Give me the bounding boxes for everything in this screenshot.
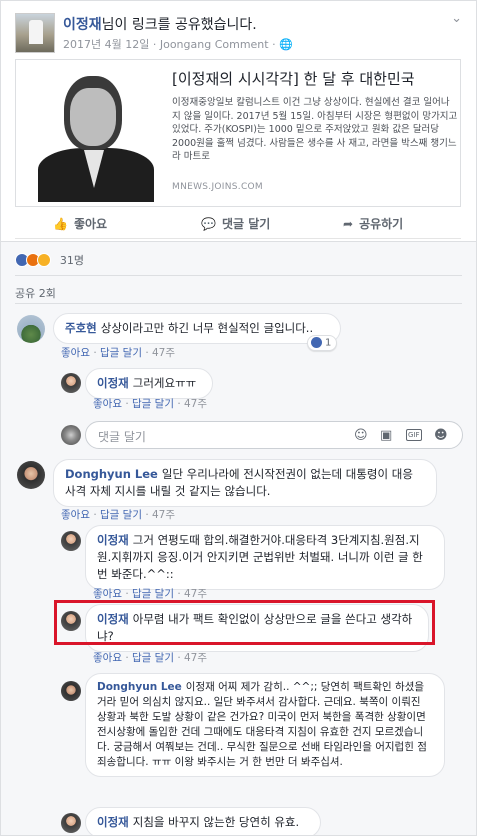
comment-time[interactable]: 47주 [184,652,207,664]
like-button[interactable]: 👍 좋아요 [53,215,107,232]
comment-reply-link[interactable]: 답글 달기 [132,588,174,600]
chevron-down-icon[interactable]: ⌄ [451,11,462,26]
commenter-avatar[interactable] [17,461,45,489]
link-preview[interactable]: [이정재의 시시각각] 한 달 후 대한민국 이정재중앙일보 칼럼니스트 이건 … [15,59,461,207]
comment-reply-link[interactable]: 답글 달기 [132,398,174,410]
post-action-text: 님이 링크를 공유했습니다. [101,17,257,33]
link-title[interactable]: [이정재의 시시각각] 한 달 후 대한민국 [172,68,456,89]
comment-time[interactable]: 47주 [184,588,207,600]
commenter-name[interactable]: 이정재 [97,815,129,829]
comment-like-count[interactable]: 1 [307,335,338,351]
comment-bubble: 주호현 상상이라고만 하긴 너무 현실적인 글입니다.. [53,313,341,344]
shares-count[interactable]: 공유 2회 [15,285,56,301]
commenter-name[interactable]: 이정재 [97,533,129,547]
divider [15,275,462,276]
reply-input-placeholder: 댓글 달기 [98,430,146,444]
comment-reply-link[interactable]: 답글 달기 [100,509,142,521]
commenter-name[interactable]: 이정재 [97,376,129,390]
comment-bubble: 이정재 지침을 바꾸지 않는한 당연히 유효. [85,807,321,835]
comment-icon: 💬 [201,217,216,231]
comment-text: 지침을 바꾸지 않는한 당연히 유효. [132,815,300,829]
share-icon: ➦ [343,217,354,231]
comment-reply-link[interactable]: 답글 달기 [100,347,142,359]
commenter-avatar[interactable] [61,681,81,701]
sticker-icon[interactable]: ☻ [434,428,448,443]
commenter-name[interactable]: Donghyun Lee [65,467,158,481]
comment-time[interactable]: 47주 [152,347,175,359]
sad-reaction-icon [37,253,51,267]
action-bar: 👍 좋아요 💬 댓글 달기 ➦ 공유하기 [15,209,461,239]
comment-time[interactable]: 47주 [152,509,175,521]
comment-bubble: 이정재 그러게요ㅠㅠ [85,368,213,399]
comment-text: 이정재 어찌 제가 감히.. ^^;; 당연히 팩트확인 하셨을 거라 믿어 의… [97,681,427,768]
comment-bubble: Donghyun Lee 일단 우리나라에 전시작전권이 없는데 대통령이 대응 … [53,459,437,507]
post-card: 이정재님이 링크를 공유했습니다. 2017년 4월 12일 · Joongan… [0,0,477,836]
reaction-summary[interactable]: 31명 [15,252,84,268]
comment-meta: 좋아요 · 답글 달기 · 47주 [93,652,208,664]
thumbs-up-icon: 👍 [53,217,68,231]
comment-like-link[interactable]: 좋아요 [93,398,122,410]
comment-time[interactable]: 47주 [184,398,207,410]
reply-input[interactable]: 댓글 달기 ☺ ▣ GIF ☻ [85,421,463,449]
comment-button[interactable]: 💬 댓글 달기 [201,215,270,232]
comment-bubble: 이정재 그거 연평도때 합의.해결한거야.대응타격 3단계지침.원점.지원.지휘까… [85,525,445,590]
author-name[interactable]: 이정재 [63,17,102,33]
commenter-avatar[interactable] [61,373,81,393]
comment-text: 그러게요ㅠㅠ [132,376,197,390]
commenter-avatar[interactable] [17,315,45,343]
separator-dot: · [152,38,160,51]
share-button[interactable]: ➦ 공유하기 [343,215,403,232]
comment-like-link[interactable]: 좋아요 [61,509,90,521]
author-avatar[interactable] [15,13,55,53]
comment-text: 그거 연평도때 합의.해결한거야.대응타격 3단계지침.원점.지원.지휘까지 응… [97,533,423,581]
comment-text: 상상이라고만 하긴 너무 현실적인 글입니다.. [100,321,314,335]
comment-bubble: Donghyun Lee 이정재 어찌 제가 감히.. ^^;; 당연히 팩트확인… [85,673,445,777]
thumbs-up-icon [311,337,322,348]
post-via[interactable]: Joongang Comment [160,38,269,51]
highlight-box [54,600,435,645]
emoji-icon[interactable]: ☺ [354,428,368,443]
post-title: 이정재님이 링크를 공유했습니다. [63,14,257,34]
gif-icon[interactable]: GIF [406,429,422,441]
commenter-avatar[interactable] [61,531,81,551]
post-subline: 2017년 4월 12일 · Joongang Comment · 🌐 [63,36,293,52]
link-source: MNEWS.JOINS.COM [172,182,263,192]
comment-meta: 좋아요 · 답글 달기 · 47주 [61,509,176,521]
commenter-name[interactable]: 주호현 [65,321,97,335]
comment-reply-link[interactable]: 답글 달기 [132,652,174,664]
columnist-photo [28,66,164,202]
commenter-avatar[interactable] [61,813,81,833]
camera-icon[interactable]: ▣ [380,428,392,443]
post-timestamp[interactable]: 2017년 4월 12일 [63,38,149,51]
reaction-count[interactable]: 31명 [60,252,84,268]
comment-meta: 좋아요 · 답글 달기 · 47주 [93,398,208,410]
globe-icon: 🌐 [279,38,293,51]
comment-meta: 좋아요 · 답글 달기 · 47주 [93,588,208,600]
comment-like-link[interactable]: 좋아요 [93,652,122,664]
post-header: 이정재님이 링크를 공유했습니다. 2017년 4월 12일 · Joongan… [15,11,462,57]
link-description: 이정재중앙일보 칼럼니스트 이건 그냥 상상이다. 현실에선 결코 일어나지 않… [172,97,458,162]
current-user-avatar [61,425,81,445]
divider [15,303,462,304]
commenter-name[interactable]: Donghyun Lee [97,681,182,693]
comment-like-link[interactable]: 좋아요 [93,588,122,600]
comment-like-link[interactable]: 좋아요 [61,347,90,359]
comment-meta: 좋아요 · 답글 달기 · 47주 [61,347,176,359]
